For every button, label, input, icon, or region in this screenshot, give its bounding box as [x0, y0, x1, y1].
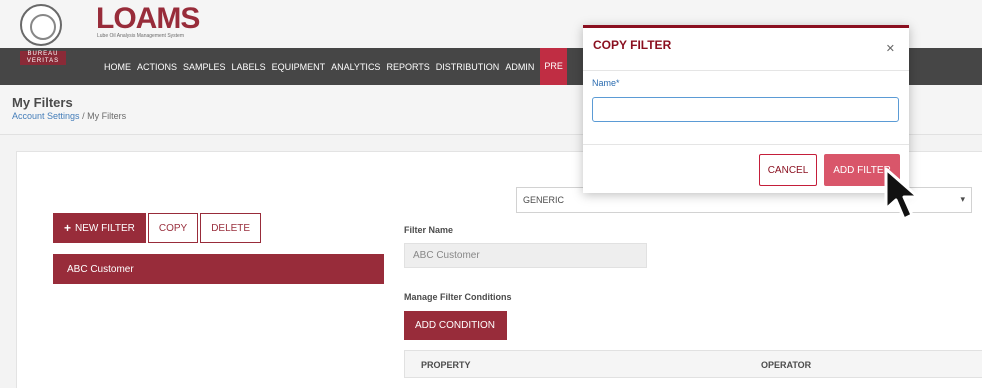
dialog-footer-divider [583, 144, 909, 145]
cancel-button[interactable]: CANCEL [759, 154, 817, 186]
close-icon[interactable]: ✕ [886, 42, 895, 55]
dialog-divider [583, 70, 909, 71]
copy-filter-dialog: COPY FILTER ✕ Name* CANCEL ADD FILTER [583, 25, 909, 193]
name-field-label: Name* [592, 78, 620, 88]
name-input[interactable] [592, 97, 899, 122]
mouse-cursor-icon [884, 167, 920, 221]
dialog-title: COPY FILTER [593, 38, 672, 52]
